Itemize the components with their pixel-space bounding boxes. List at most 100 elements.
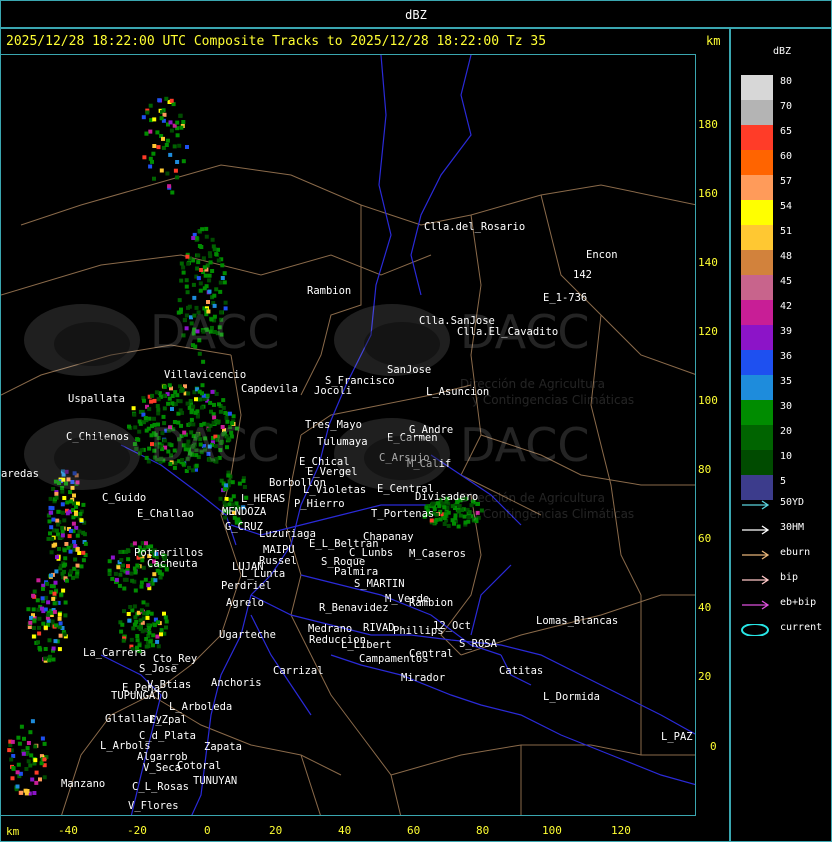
radar-echo-cell	[82, 532, 87, 537]
radar-echo-cell	[126, 612, 131, 616]
city-label: L_Libert	[341, 639, 392, 651]
radar-echo-cell	[139, 584, 144, 589]
legend-swatch	[741, 100, 773, 125]
track-arrow-icon	[742, 500, 770, 510]
radar-echo-cell	[32, 589, 37, 594]
legend-swatch	[741, 425, 773, 450]
legend-swatch	[741, 300, 773, 325]
radar-echo-cell	[126, 549, 131, 553]
radar-echo-cell	[48, 496, 53, 501]
legend-swatch-label: 80	[780, 76, 793, 87]
radar-echo-cell	[224, 497, 229, 501]
radar-echo-cell	[75, 547, 80, 552]
radar-echo-cell	[64, 578, 69, 583]
radar-echo-cell	[159, 168, 164, 173]
radar-echo-cell	[203, 273, 208, 278]
radar-echo-cell	[65, 511, 70, 516]
radar-echo-cell	[164, 143, 169, 147]
radar-echo-cell	[122, 577, 127, 582]
radar-echo-cell	[119, 629, 124, 634]
radar-echo-cell	[60, 525, 65, 530]
radar-echo-cell	[143, 577, 148, 582]
radar-echo-cell	[52, 591, 57, 596]
legend-swatch	[741, 350, 773, 375]
radar-echo-cell	[64, 542, 69, 546]
radar-echo-cell	[184, 284, 189, 289]
city-label: L_Dormida	[543, 691, 600, 703]
radar-echo-cell	[26, 607, 31, 612]
radar-echo-cell	[135, 638, 140, 643]
radar-echo-cell	[162, 384, 167, 389]
radar-echo-cell	[208, 260, 213, 265]
legend-swatch-label: 42	[780, 301, 793, 312]
radar-echo-cell	[40, 606, 44, 611]
radar-echo-cell	[173, 390, 178, 395]
radar-echo-cell	[227, 411, 232, 416]
radar-echo-cell	[73, 557, 78, 562]
radar-echo-cell	[198, 397, 203, 402]
city-label: Central	[409, 648, 453, 660]
city-label: Cacheuta	[147, 558, 198, 570]
radar-echo-cell	[220, 263, 225, 268]
radar-echo-cell	[54, 569, 59, 574]
radar-echo-cell	[60, 529, 65, 534]
legend-swatch	[741, 375, 773, 400]
radar-echo-cell	[170, 401, 175, 406]
track-legend-label: 50YD	[780, 497, 805, 508]
legend-swatch	[741, 75, 773, 100]
track-arrow-icon	[742, 600, 770, 610]
radar-echo-cell	[36, 578, 41, 583]
radar-echo-cell	[206, 300, 210, 304]
radar-echo-cell	[141, 115, 146, 120]
radar-echo-cell	[25, 746, 30, 751]
watermark-brand-2: DACC	[460, 305, 590, 359]
radar-echo-cell	[114, 577, 119, 582]
radar-echo-cell	[147, 407, 152, 412]
radar-echo-cell	[207, 289, 212, 294]
city-label: Anchoris	[211, 677, 262, 689]
radar-echo-cell	[22, 736, 26, 741]
radar-echo-cell	[207, 251, 212, 256]
radar-echo-cell	[132, 604, 137, 609]
radar-echo-cell	[141, 565, 146, 570]
city-label: Lomas_Blancas	[536, 615, 618, 627]
radar-echo-cell	[179, 278, 184, 283]
radar-echo-cell	[142, 155, 147, 160]
dacc-logo-icon	[334, 304, 450, 376]
radar-echo-cell	[135, 563, 140, 568]
radar-echo-cell	[15, 784, 20, 789]
x-tick: -40	[58, 824, 78, 837]
radar-echo-cell	[149, 611, 154, 616]
radar-echo-cell	[68, 570, 73, 575]
y-tick: 160	[698, 187, 718, 200]
radar-echo-cell	[207, 278, 212, 283]
radar-echo-cell	[62, 548, 67, 553]
radar-echo-cell	[60, 571, 65, 576]
radar-echo-cell	[135, 634, 140, 638]
city-label: TUPUNGATO	[111, 690, 168, 702]
city-label: R_Benavidez	[319, 602, 389, 614]
city-label: S_Jose	[139, 663, 177, 675]
radar-echo-cell	[17, 741, 22, 746]
radar-echo-cell	[45, 581, 50, 586]
radar-echo-cell	[194, 236, 199, 241]
y-tick: 120	[698, 325, 718, 338]
radar-echo-cell	[29, 753, 34, 758]
radar-echo-cell	[47, 638, 52, 643]
radar-echo-cell	[178, 399, 183, 404]
radar-echo-cell	[186, 261, 191, 266]
radar-echo-cell	[49, 550, 54, 555]
radar-echo-cell	[155, 404, 160, 408]
city-label: Russel	[259, 555, 297, 567]
track-legend-item: eb+bip	[740, 596, 828, 612]
radar-echo-cell	[55, 522, 60, 527]
legend-swatch	[741, 400, 773, 425]
radar-echo-cell	[151, 643, 155, 648]
city-label: Rambion	[307, 285, 351, 297]
legend-swatch-label: 20	[780, 426, 793, 437]
radar-echo-cell	[49, 573, 53, 578]
radar-echo-cell	[189, 410, 194, 415]
radar-echo-cell	[156, 145, 161, 150]
radar-echo-cell	[10, 739, 15, 744]
radar-echo-cell	[224, 483, 229, 488]
